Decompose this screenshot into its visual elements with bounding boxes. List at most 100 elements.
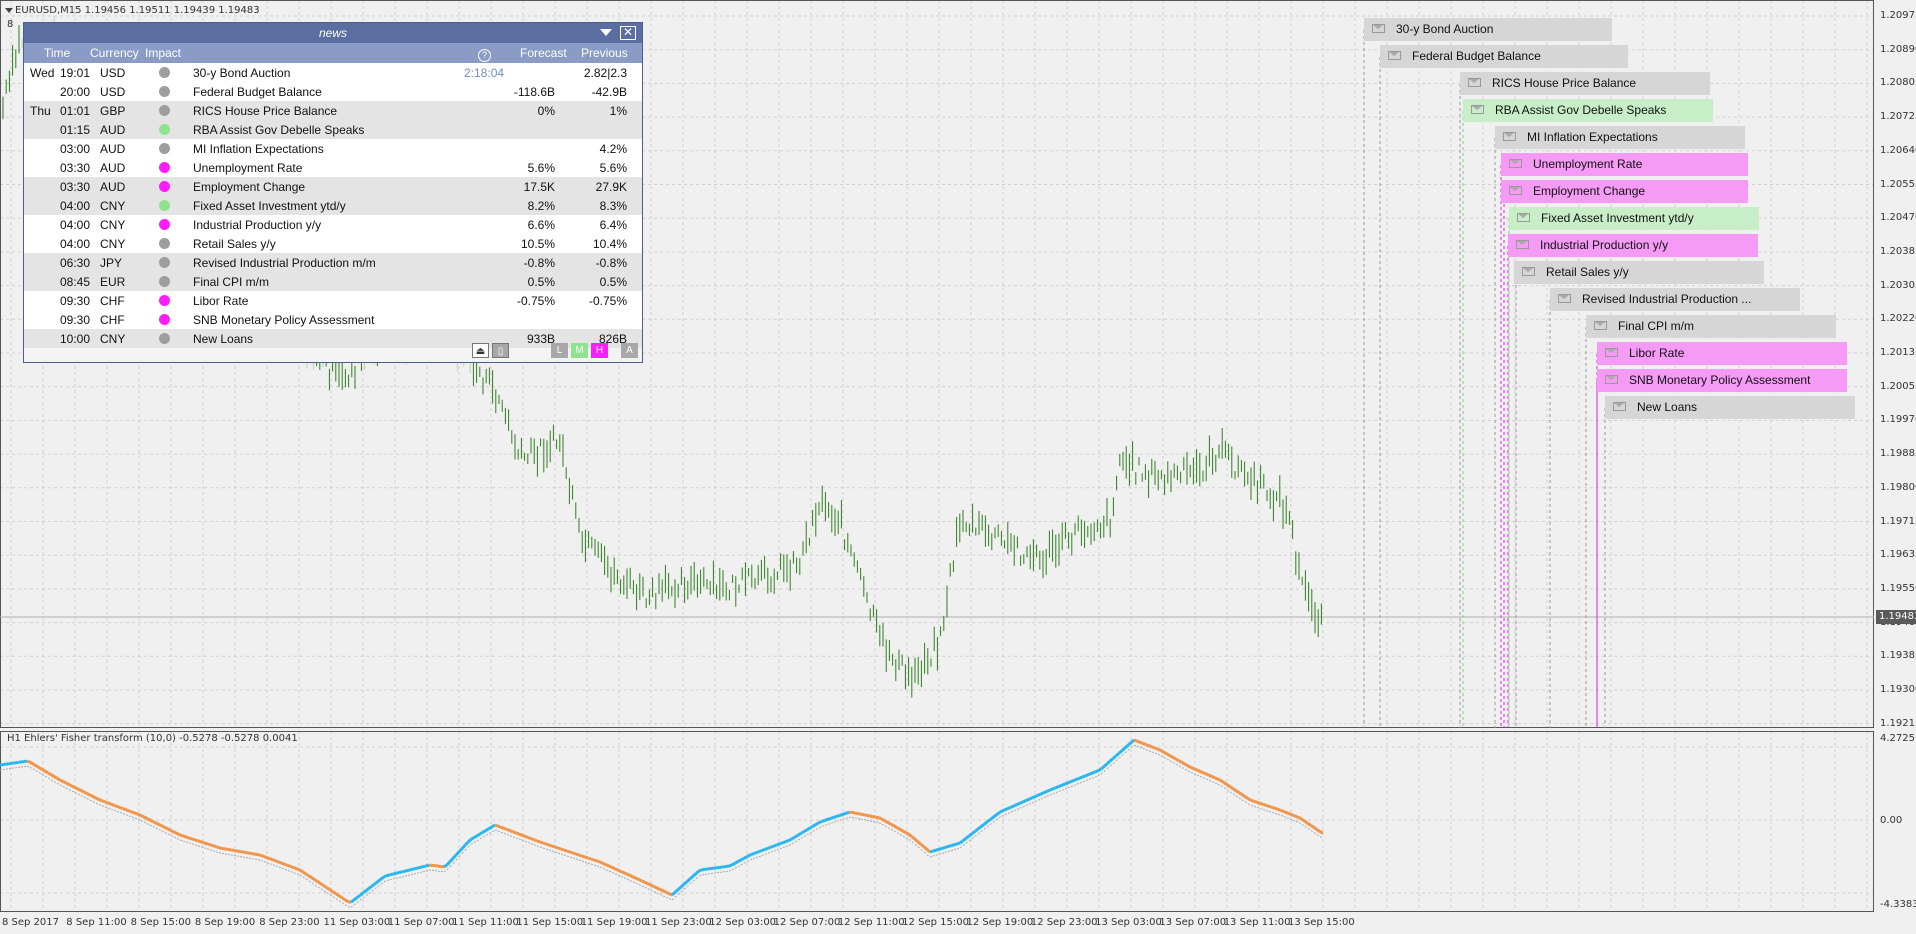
fisher-line-segment xyxy=(815,821,820,826)
event-marker[interactable]: Unemployment Rate xyxy=(1501,153,1748,176)
news-row[interactable]: 20:00 USD Federal Budget Balance -118.6B -42… xyxy=(24,82,642,101)
price-label: 1.19300 xyxy=(1880,684,1916,695)
fisher-line-segment xyxy=(1265,803,1270,808)
col-currency[interactable]: Currency xyxy=(90,46,139,60)
event-marker[interactable]: 30-y Bond Auction xyxy=(1364,18,1612,41)
fisher-line-segment xyxy=(971,830,976,835)
envelope-icon xyxy=(1517,213,1530,222)
pin-icon[interactable]: ▯ xyxy=(492,343,509,358)
fisher-line-segment xyxy=(1283,810,1288,815)
news-time: 03:30 xyxy=(60,161,91,175)
fisher-line-segment xyxy=(1172,756,1177,761)
news-row[interactable]: 01:15 AUD RBA Assist Gov Debelle Speaks xyxy=(24,120,642,139)
fisher-line-segment xyxy=(560,847,565,852)
time-label: 8 Sep 23:00 xyxy=(259,917,320,928)
fisher-line-segment xyxy=(1277,807,1282,812)
filter-low-button[interactable]: L xyxy=(551,343,568,358)
fisher-line-segment xyxy=(869,814,874,819)
news-panel[interactable]: news ✕ Time Currency Impact ? Forecast P… xyxy=(23,22,643,363)
fisher-line-segment xyxy=(569,850,574,855)
event-marker[interactable]: Fixed Asset Investment ytd/y xyxy=(1509,207,1759,230)
fisher-line-segment xyxy=(1304,820,1309,825)
fisher-line-segment xyxy=(1298,816,1303,821)
fisher-line-segment xyxy=(395,871,400,875)
price-label: 1.19885 xyxy=(1880,448,1916,460)
fisher-line-segment xyxy=(416,865,421,870)
fisher-line-segment xyxy=(1208,773,1213,778)
fisher-line-segment xyxy=(737,858,742,863)
price-label: 1.20725 xyxy=(1880,111,1916,123)
fisher-line-segment xyxy=(1145,743,1150,748)
chart-menu-icon[interactable] xyxy=(5,7,13,13)
event-label: 30-y Bond Auction xyxy=(1396,22,1494,36)
event-marker[interactable]: New Loans xyxy=(1605,396,1855,419)
fisher-line-segment xyxy=(959,839,964,845)
fisher-line-segment xyxy=(812,823,817,828)
fisher-line-segment xyxy=(107,801,112,806)
news-forecast: 10.5% xyxy=(520,237,555,251)
filter-high-button[interactable]: H xyxy=(591,343,608,358)
fisher-line-segment xyxy=(608,864,613,869)
event-marker[interactable]: Final CPI m/m xyxy=(1586,315,1836,338)
news-row[interactable]: Wed 19:01 USD 30-y Bond Auction 2:18:04 2.82|… xyxy=(24,63,642,82)
event-marker[interactable]: SNB Monetary Policy Assessment xyxy=(1597,369,1847,392)
fisher-line-segment xyxy=(281,861,286,866)
close-icon[interactable]: ✕ xyxy=(620,26,636,40)
dropdown-icon[interactable] xyxy=(600,29,612,36)
news-row[interactable]: 09:30 CHF SNB Monetary Policy Assessment xyxy=(24,310,642,329)
fisher-line-segment xyxy=(866,813,871,818)
news-currency: CHF xyxy=(100,294,125,308)
fisher-line-segment xyxy=(1076,776,1081,781)
col-forecast[interactable]: Forecast xyxy=(520,46,567,60)
fisher-line-segment xyxy=(1214,776,1219,781)
news-row[interactable]: 04:00 CNY Retail Sales y/y 10.5% 10.4% xyxy=(24,234,642,253)
fisher-line-segment xyxy=(557,846,562,851)
news-row[interactable]: 03:30 AUD Unemployment Rate 5.6% 5.6% xyxy=(24,158,642,177)
event-marker[interactable]: Employment Change xyxy=(1501,180,1748,203)
fisher-line-segment xyxy=(176,832,181,837)
news-row[interactable]: 09:30 CHF Libor Rate -0.75% -0.75% xyxy=(24,291,642,310)
news-forecast: -0.8% xyxy=(523,256,555,270)
news-row[interactable]: 06:30 JPY Revised Industrial Production m/… xyxy=(24,253,642,272)
event-marker[interactable]: MI Inflation Expectations xyxy=(1495,126,1745,149)
col-previous[interactable]: Previous xyxy=(581,46,628,60)
event-marker[interactable]: Revised Industrial Production ... xyxy=(1550,288,1800,311)
fisher-line-segment xyxy=(1217,777,1222,783)
news-row[interactable]: 03:00 AUD MI Inflation Expectations 4.2% xyxy=(24,139,642,158)
fisher-line-segment xyxy=(1235,789,1240,794)
fisher-line-segment xyxy=(1196,768,1201,773)
fisher-line-segment xyxy=(344,898,349,903)
fisher-line-segment xyxy=(95,796,100,801)
fisher-line-segment xyxy=(983,820,988,826)
news-row[interactable]: 08:45 EUR Final CPI m/m 0.5% 0.5% xyxy=(24,272,642,291)
col-time[interactable]: Time xyxy=(44,46,70,60)
impact-dot-icon xyxy=(159,238,170,249)
fisher-line-segment xyxy=(914,838,919,843)
price-label: 1.20470 xyxy=(1880,212,1916,224)
fisher-line-segment xyxy=(1256,800,1261,805)
fisher-line-segment xyxy=(1190,766,1195,771)
fisher-line-segment xyxy=(899,828,904,833)
event-marker[interactable]: Industrial Production y/y xyxy=(1508,234,1758,257)
fisher-line-segment xyxy=(602,861,607,867)
event-marker[interactable]: RICS House Price Balance xyxy=(1460,72,1710,95)
sound-icon[interactable]: ⏏ xyxy=(472,343,489,358)
event-marker[interactable]: Federal Budget Balance xyxy=(1380,45,1628,68)
news-row[interactable]: 04:00 CNY Fixed Asset Investment ytd/y 8.2%… xyxy=(24,196,642,215)
event-marker[interactable]: Libor Rate xyxy=(1597,342,1847,365)
filter-all-button[interactable]: A xyxy=(621,343,638,358)
price-label: 1.20220 xyxy=(1880,313,1916,325)
fisher-line-segment xyxy=(752,851,757,856)
news-row[interactable]: 04:00 CNY Industrial Production y/y 6.6% 6.4… xyxy=(24,215,642,234)
col-impact[interactable]: Impact xyxy=(145,46,181,60)
news-titlebar[interactable]: news ✕ xyxy=(24,23,642,43)
event-marker[interactable]: RBA Assist Gov Debelle Speaks xyxy=(1463,99,1713,122)
event-label: Revised Industrial Production ... xyxy=(1582,292,1752,306)
fisher-line-segment xyxy=(173,830,178,835)
impact-dot-icon xyxy=(159,257,170,268)
news-row[interactable]: 03:30 AUD Employment Change 17.5K 27.9K xyxy=(24,177,642,196)
time-label: 12 Sep 03:00 xyxy=(709,917,777,928)
filter-medium-button[interactable]: M xyxy=(571,343,588,358)
news-row[interactable]: Thu 01:01 GBP RICS House Price Balance 0% 1% xyxy=(24,101,642,120)
event-marker[interactable]: Retail Sales y/y xyxy=(1514,261,1764,284)
